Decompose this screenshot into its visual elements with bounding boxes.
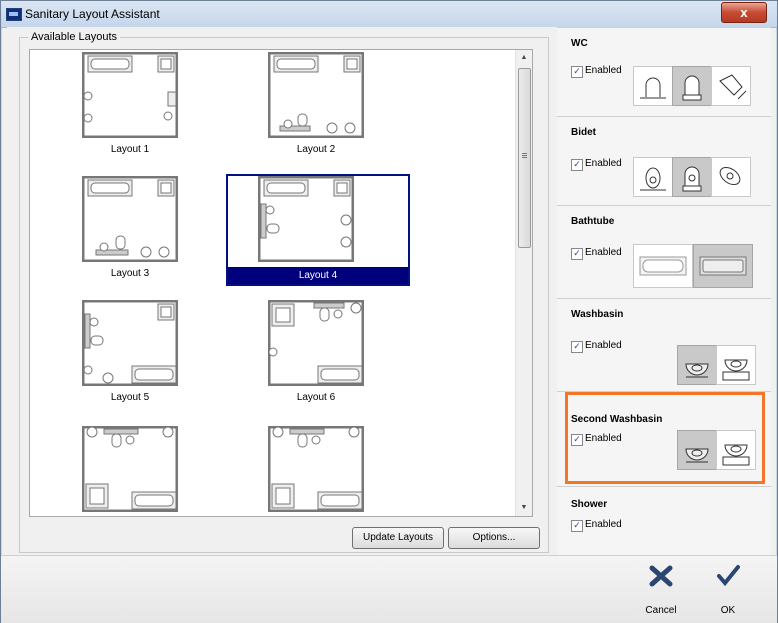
floor-plan-icon bbox=[268, 426, 364, 512]
bidet-enabled-checkbox[interactable]: ✓ bbox=[571, 159, 583, 171]
layout-tile[interactable] bbox=[40, 426, 220, 516]
layouts-list[interactable]: Layout 1 Layout 2 Layout 3 Layout 4 Layo… bbox=[29, 49, 533, 517]
floor-plan-icon bbox=[82, 426, 178, 512]
scroll-down-arrow-icon[interactable]: ▼ bbox=[516, 500, 532, 516]
scroll-up-arrow-icon[interactable]: ▲ bbox=[516, 50, 532, 66]
section-title: WC bbox=[571, 38, 588, 49]
title-bar[interactable]: Sanitary Layout Assistant x bbox=[1, 1, 777, 28]
checkbox-label: Enabled bbox=[585, 340, 622, 351]
close-button[interactable]: x bbox=[721, 2, 767, 23]
scroll-thumb[interactable] bbox=[518, 68, 531, 248]
group-legend: Available Layouts bbox=[28, 31, 121, 43]
bathtub-selected-icon[interactable] bbox=[693, 244, 753, 288]
checkbox-label: Enabled bbox=[585, 158, 622, 169]
floor-plan-icon bbox=[82, 176, 178, 262]
layouts-scrollbar[interactable]: ▲ ▼ bbox=[515, 50, 532, 516]
cancel-label: Cancel bbox=[645, 605, 677, 616]
bidet-front-selected-icon[interactable] bbox=[672, 157, 712, 197]
bathtub-plain-icon[interactable] bbox=[633, 244, 693, 288]
shower-enabled-checkbox[interactable]: ✓ bbox=[571, 520, 583, 532]
layout-tile[interactable] bbox=[226, 426, 406, 516]
wc-front-selected-icon[interactable] bbox=[672, 66, 712, 106]
layout-tile[interactable]: Layout 1 bbox=[40, 52, 220, 160]
floor-plan-icon bbox=[82, 300, 178, 386]
layout-tile[interactable]: Layout 3 bbox=[40, 176, 220, 284]
layout-label: Layout 5 bbox=[110, 392, 150, 403]
wc-front-icon[interactable] bbox=[633, 66, 673, 106]
washbasin-cabinet-icon[interactable] bbox=[716, 345, 756, 385]
section-bidet: Bidet ✓ Enabled bbox=[557, 116, 771, 205]
ok-label: OK bbox=[720, 605, 736, 616]
section-title: Bidet bbox=[571, 127, 596, 138]
wc-enabled-checkbox[interactable]: ✓ bbox=[571, 66, 583, 78]
layout-tile[interactable]: Layout 2 bbox=[226, 52, 406, 160]
cancel-button[interactable]: Cancel bbox=[639, 564, 683, 616]
floor-plan-icon bbox=[258, 176, 354, 262]
layout-tile-selected[interactable]: Layout 4 bbox=[226, 174, 410, 286]
section-bathtube: Bathtube ✓ Enabled bbox=[557, 205, 771, 298]
checkmark-icon bbox=[717, 565, 740, 587]
layout-label: Layout 6 bbox=[296, 392, 336, 403]
action-bar: Cancel OK bbox=[1, 555, 777, 623]
layout-label: Layout 1 bbox=[110, 144, 150, 155]
section-title: Washbasin bbox=[571, 309, 624, 320]
window-title: Sanitary Layout Assistant bbox=[25, 7, 160, 21]
layout-tile[interactable]: Layout 6 bbox=[226, 300, 406, 408]
update-layouts-button[interactable]: Update Layouts bbox=[352, 527, 444, 549]
layout-tile[interactable]: Layout 5 bbox=[40, 300, 220, 408]
bidet-side-icon[interactable] bbox=[711, 157, 751, 197]
wc-side-icon[interactable] bbox=[711, 66, 751, 106]
app-icon bbox=[6, 8, 22, 21]
floor-plan-icon bbox=[82, 52, 178, 138]
washbasin-selected-icon[interactable] bbox=[677, 345, 717, 385]
fixture-panel: WC ✓ Enabled Bidet ✓ Enabled Bathtube ✓ … bbox=[557, 27, 771, 556]
cancel-icon bbox=[649, 565, 673, 587]
layout-label: Layout 4 bbox=[228, 267, 408, 284]
highlight-frame bbox=[565, 392, 765, 484]
checkbox-label: Enabled bbox=[585, 65, 622, 76]
bathtube-enabled-checkbox[interactable]: ✓ bbox=[571, 248, 583, 260]
dialog-body: Available Layouts Layout 1 Layout 2 Layo… bbox=[7, 27, 771, 556]
checkbox-label: Enabled bbox=[585, 519, 622, 530]
section-title: Bathtube bbox=[571, 216, 615, 227]
checkbox-label: Enabled bbox=[585, 247, 622, 258]
section-washbasin: Washbasin ✓ Enabled bbox=[557, 298, 771, 391]
floor-plan-icon bbox=[268, 300, 364, 386]
ok-button[interactable]: OK bbox=[706, 564, 750, 616]
layout-label: Layout 3 bbox=[110, 268, 150, 279]
section-title: Shower bbox=[571, 499, 608, 510]
section-wc: WC ✓ Enabled bbox=[557, 27, 771, 116]
section-shower: Shower ✓ Enabled bbox=[557, 486, 771, 556]
grip-icon bbox=[522, 153, 527, 154]
dialog-window: Sanitary Layout Assistant x Available La… bbox=[0, 0, 778, 623]
options-button[interactable]: Options... bbox=[448, 527, 540, 549]
layout-label: Layout 2 bbox=[296, 144, 336, 155]
floor-plan-icon bbox=[268, 52, 364, 138]
bidet-front-icon[interactable] bbox=[633, 157, 673, 197]
washbasin-enabled-checkbox[interactable]: ✓ bbox=[571, 341, 583, 353]
